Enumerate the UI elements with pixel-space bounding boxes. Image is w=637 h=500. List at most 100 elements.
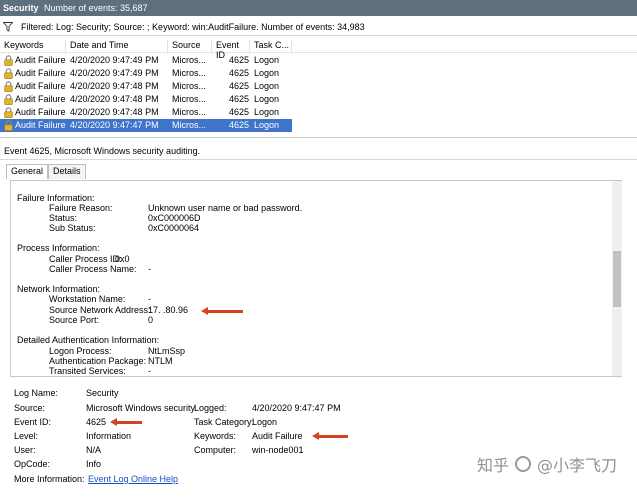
watermark-site: 知乎 bbox=[476, 456, 509, 475]
col-header-eventid[interactable]: Event ID bbox=[212, 40, 250, 60]
annotation-arrow-address bbox=[201, 307, 243, 315]
task-category-value: Logon bbox=[252, 417, 278, 427]
row-source: Micros... bbox=[172, 81, 207, 91]
row-source: Micros... bbox=[172, 94, 207, 104]
row-source: Micros... bbox=[172, 120, 207, 130]
row-datetime: 4/20/2020 9:47:47 PM bbox=[70, 120, 159, 130]
event-row[interactable]: Audit Failure 4/20/2020 9:47:48 PM Micros.… bbox=[0, 93, 292, 106]
event-row[interactable]: Audit Failure 4/20/2020 9:47:48 PM Micros.… bbox=[0, 106, 292, 119]
event-list: Keywords Date and Time Source Event ID T… bbox=[0, 38, 637, 138]
event-id-label: Event ID: bbox=[14, 417, 52, 427]
watermark-circle-icon bbox=[514, 456, 531, 472]
row-keyword: Audit Failure bbox=[15, 68, 66, 78]
log-titlebar: Security Number of events: 35,687 bbox=[0, 0, 637, 16]
source-port-value: 0 bbox=[148, 315, 154, 325]
col-header-datetime[interactable]: Date and Time bbox=[66, 40, 168, 52]
user-value: N/A bbox=[86, 445, 102, 455]
lock-icon bbox=[4, 94, 13, 105]
row-datetime: 4/20/2020 9:47:48 PM bbox=[70, 107, 159, 117]
detail-tabs: General Details bbox=[6, 164, 86, 179]
task-category-label: Task Category: bbox=[194, 417, 255, 427]
event-summary: Event 4625, Microsoft Windows security a… bbox=[0, 144, 637, 160]
computer-value: win-node001 bbox=[252, 445, 304, 455]
logon-process-value: NtLmSsp bbox=[148, 346, 186, 356]
workstation-label: Workstation Name: bbox=[49, 294, 126, 304]
auth-heading: Detailed Authentication Information: bbox=[17, 335, 160, 345]
status-value: 0xC000006D bbox=[148, 213, 201, 223]
logon-process-label: Logon Process: bbox=[49, 346, 112, 356]
row-task: Logon bbox=[254, 68, 280, 78]
keywords-label: Keywords: bbox=[194, 431, 237, 441]
row-eventid: 4625 bbox=[229, 55, 250, 65]
row-datetime: 4/20/2020 9:47:48 PM bbox=[70, 94, 159, 104]
annotation-arrow-keywords bbox=[312, 432, 348, 440]
level-value: Information bbox=[86, 431, 132, 441]
substatus-value: 0xC0000064 bbox=[148, 223, 200, 233]
lock-icon bbox=[4, 81, 13, 92]
watermark: 知乎 @小李飞刀 bbox=[477, 452, 617, 476]
event-row[interactable]: Audit Failure 4/20/2020 9:47:49 PM Micros.… bbox=[0, 54, 292, 67]
row-task: Logon bbox=[254, 81, 280, 91]
user-label: User: bbox=[14, 445, 36, 455]
event-list-header: Keywords Date and Time Source Event ID T… bbox=[0, 38, 637, 60]
log-name-value: Security bbox=[86, 388, 119, 398]
event-log-help-link[interactable]: Event Log Online Help bbox=[88, 474, 178, 484]
event-description[interactable]: Failure Information: Failure Reason: Unk… bbox=[10, 180, 622, 377]
opcode-value: Info bbox=[86, 459, 102, 469]
event-count: Number of events: 35,687 bbox=[44, 3, 148, 13]
filter-funnel-icon[interactable] bbox=[3, 21, 13, 32]
scrollbar-thumb[interactable] bbox=[613, 251, 621, 307]
failure-reason-label: Failure Reason: bbox=[49, 203, 113, 213]
annotation-arrow-eventid bbox=[110, 418, 142, 426]
source-address-value: 17. .80.96 bbox=[148, 305, 189, 315]
caller-pid-value: 0x0 bbox=[115, 254, 130, 264]
row-task: Logon bbox=[254, 94, 280, 104]
row-source: Micros... bbox=[172, 55, 207, 65]
row-source: Micros... bbox=[172, 107, 207, 117]
col-header-task[interactable]: Task C... bbox=[250, 40, 292, 52]
status-label: Status: bbox=[49, 213, 78, 223]
keywords-value: Audit Failure bbox=[252, 431, 303, 441]
description-scrollbar[interactable] bbox=[612, 181, 622, 376]
event-row[interactable]: Audit Failure 4/20/2020 9:47:48 PM Micros.… bbox=[0, 80, 292, 93]
tab-general[interactable]: General bbox=[6, 164, 49, 179]
row-datetime: 4/20/2020 9:47:49 PM bbox=[70, 55, 159, 65]
row-keyword: Audit Failure bbox=[15, 120, 66, 130]
event-properties: Log Name: Security Source: Microsoft Win… bbox=[0, 386, 637, 500]
level-label: Level: bbox=[14, 431, 39, 441]
row-task: Logon bbox=[254, 107, 280, 117]
transited-value: - bbox=[148, 366, 151, 376]
lock-icon bbox=[4, 55, 13, 66]
log-name-label: Log Name: bbox=[14, 388, 59, 398]
row-task: Logon bbox=[254, 55, 280, 65]
event-row[interactable]: Audit Failure 4/20/2020 9:47:47 PM Micros.… bbox=[0, 119, 292, 132]
computer-label: Computer: bbox=[194, 445, 237, 455]
row-keyword: Audit Failure bbox=[15, 81, 66, 91]
row-eventid: 4625 bbox=[229, 94, 250, 104]
event-id-value: 4625 bbox=[86, 417, 107, 427]
row-eventid: 4625 bbox=[229, 81, 250, 91]
auth-package-label: Authentication Package: bbox=[49, 356, 147, 366]
more-info-label: More Information: bbox=[14, 474, 85, 484]
row-keyword: Audit Failure bbox=[15, 107, 66, 117]
auth-package-value: NTLM bbox=[148, 356, 173, 366]
caller-pname-value: - bbox=[148, 264, 151, 274]
tab-details[interactable]: Details bbox=[48, 164, 86, 179]
row-eventid: 4625 bbox=[229, 68, 250, 78]
failure-reason-value: Unknown user name or bad password. bbox=[148, 203, 303, 213]
row-keyword: Audit Failure bbox=[15, 55, 66, 65]
row-task: Logon bbox=[254, 120, 280, 130]
filter-bar: Filtered: Log: Security; Source: ; Keywo… bbox=[0, 18, 637, 36]
event-row[interactable]: Audit Failure 4/20/2020 9:47:49 PM Micros.… bbox=[0, 67, 292, 80]
caller-pid-label: Caller Process ID: bbox=[49, 254, 122, 264]
logged-label: Logged: bbox=[194, 403, 227, 413]
failure-heading: Failure Information: bbox=[17, 193, 95, 203]
workstation-value: - bbox=[148, 294, 151, 304]
substatus-label: Sub Status: bbox=[49, 223, 96, 233]
network-heading: Network Information: bbox=[17, 284, 101, 294]
source-address-label: Source Network Address: bbox=[49, 305, 151, 315]
col-header-source[interactable]: Source bbox=[168, 40, 212, 52]
row-keyword: Audit Failure bbox=[15, 94, 66, 104]
lock-icon bbox=[4, 68, 13, 79]
col-header-keywords[interactable]: Keywords bbox=[0, 40, 66, 52]
